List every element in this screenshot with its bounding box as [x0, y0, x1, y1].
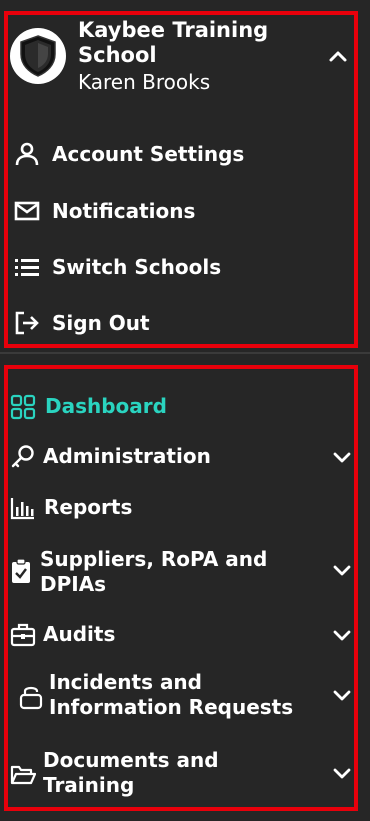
school-avatar — [10, 28, 66, 84]
nav-suppliers-label: Suppliers, RoPA and DPIAs — [40, 547, 268, 596]
chevron-down-icon[interactable] — [332, 447, 352, 467]
shield-icon — [20, 35, 56, 77]
nav-item-suppliers-ropa-dpias[interactable]: Suppliers, RoPA and DPIAs — [8, 544, 354, 600]
switch-schools-label: Switch Schools — [52, 255, 222, 279]
bar-chart-icon — [10, 498, 34, 520]
chevron-down-icon[interactable] — [332, 763, 352, 783]
school-name: Kaybee Training School — [78, 18, 269, 67]
sign-out-label: Sign Out — [52, 311, 150, 335]
notifications-item[interactable]: Notifications — [12, 196, 195, 226]
nav-item-documents-training[interactable]: Documents and Training — [8, 746, 354, 802]
nav-documents-label: Documents and Training — [43, 748, 219, 797]
nav-item-incidents[interactable]: Incidents and Information Requests — [8, 668, 354, 724]
dashboard-grid-icon — [10, 394, 36, 420]
switch-schools-item[interactable]: Switch Schools — [12, 252, 221, 282]
account-settings-label: Account Settings — [52, 142, 245, 166]
notifications-label: Notifications — [52, 199, 196, 223]
user-name: Karen Brooks — [78, 70, 211, 94]
sign-out-item[interactable]: Sign Out — [12, 308, 150, 338]
account-settings-item[interactable]: Account Settings — [12, 139, 244, 169]
chevron-up-icon[interactable] — [327, 46, 349, 68]
nav-incidents-label: Incidents and Information Requests — [49, 670, 294, 719]
nav-administration-label: Administration — [43, 444, 211, 468]
sign-out-icon — [15, 311, 39, 335]
chevron-down-icon[interactable] — [332, 685, 352, 705]
section-divider — [0, 352, 370, 354]
nav-item-dashboard[interactable]: Dashboard — [8, 392, 354, 422]
chevron-down-icon[interactable] — [332, 625, 352, 645]
nav-audits-label: Audits — [43, 622, 116, 646]
lock-icon — [19, 686, 43, 710]
nav-reports-label: Reports — [44, 495, 133, 519]
chevron-down-icon[interactable] — [332, 560, 352, 580]
user-icon — [15, 142, 39, 166]
envelope-icon — [14, 201, 40, 221]
nav-item-administration[interactable]: Administration — [8, 442, 354, 472]
list-icon — [15, 259, 39, 276]
clipboard-check-icon — [12, 558, 30, 583]
nav-dashboard-label: Dashboard — [45, 394, 167, 418]
nav-item-audits[interactable]: Audits — [8, 620, 354, 650]
folder-open-icon — [10, 765, 36, 785]
toolbox-icon — [10, 623, 36, 647]
key-icon — [11, 445, 34, 468]
nav-item-reports[interactable]: Reports — [8, 493, 354, 523]
